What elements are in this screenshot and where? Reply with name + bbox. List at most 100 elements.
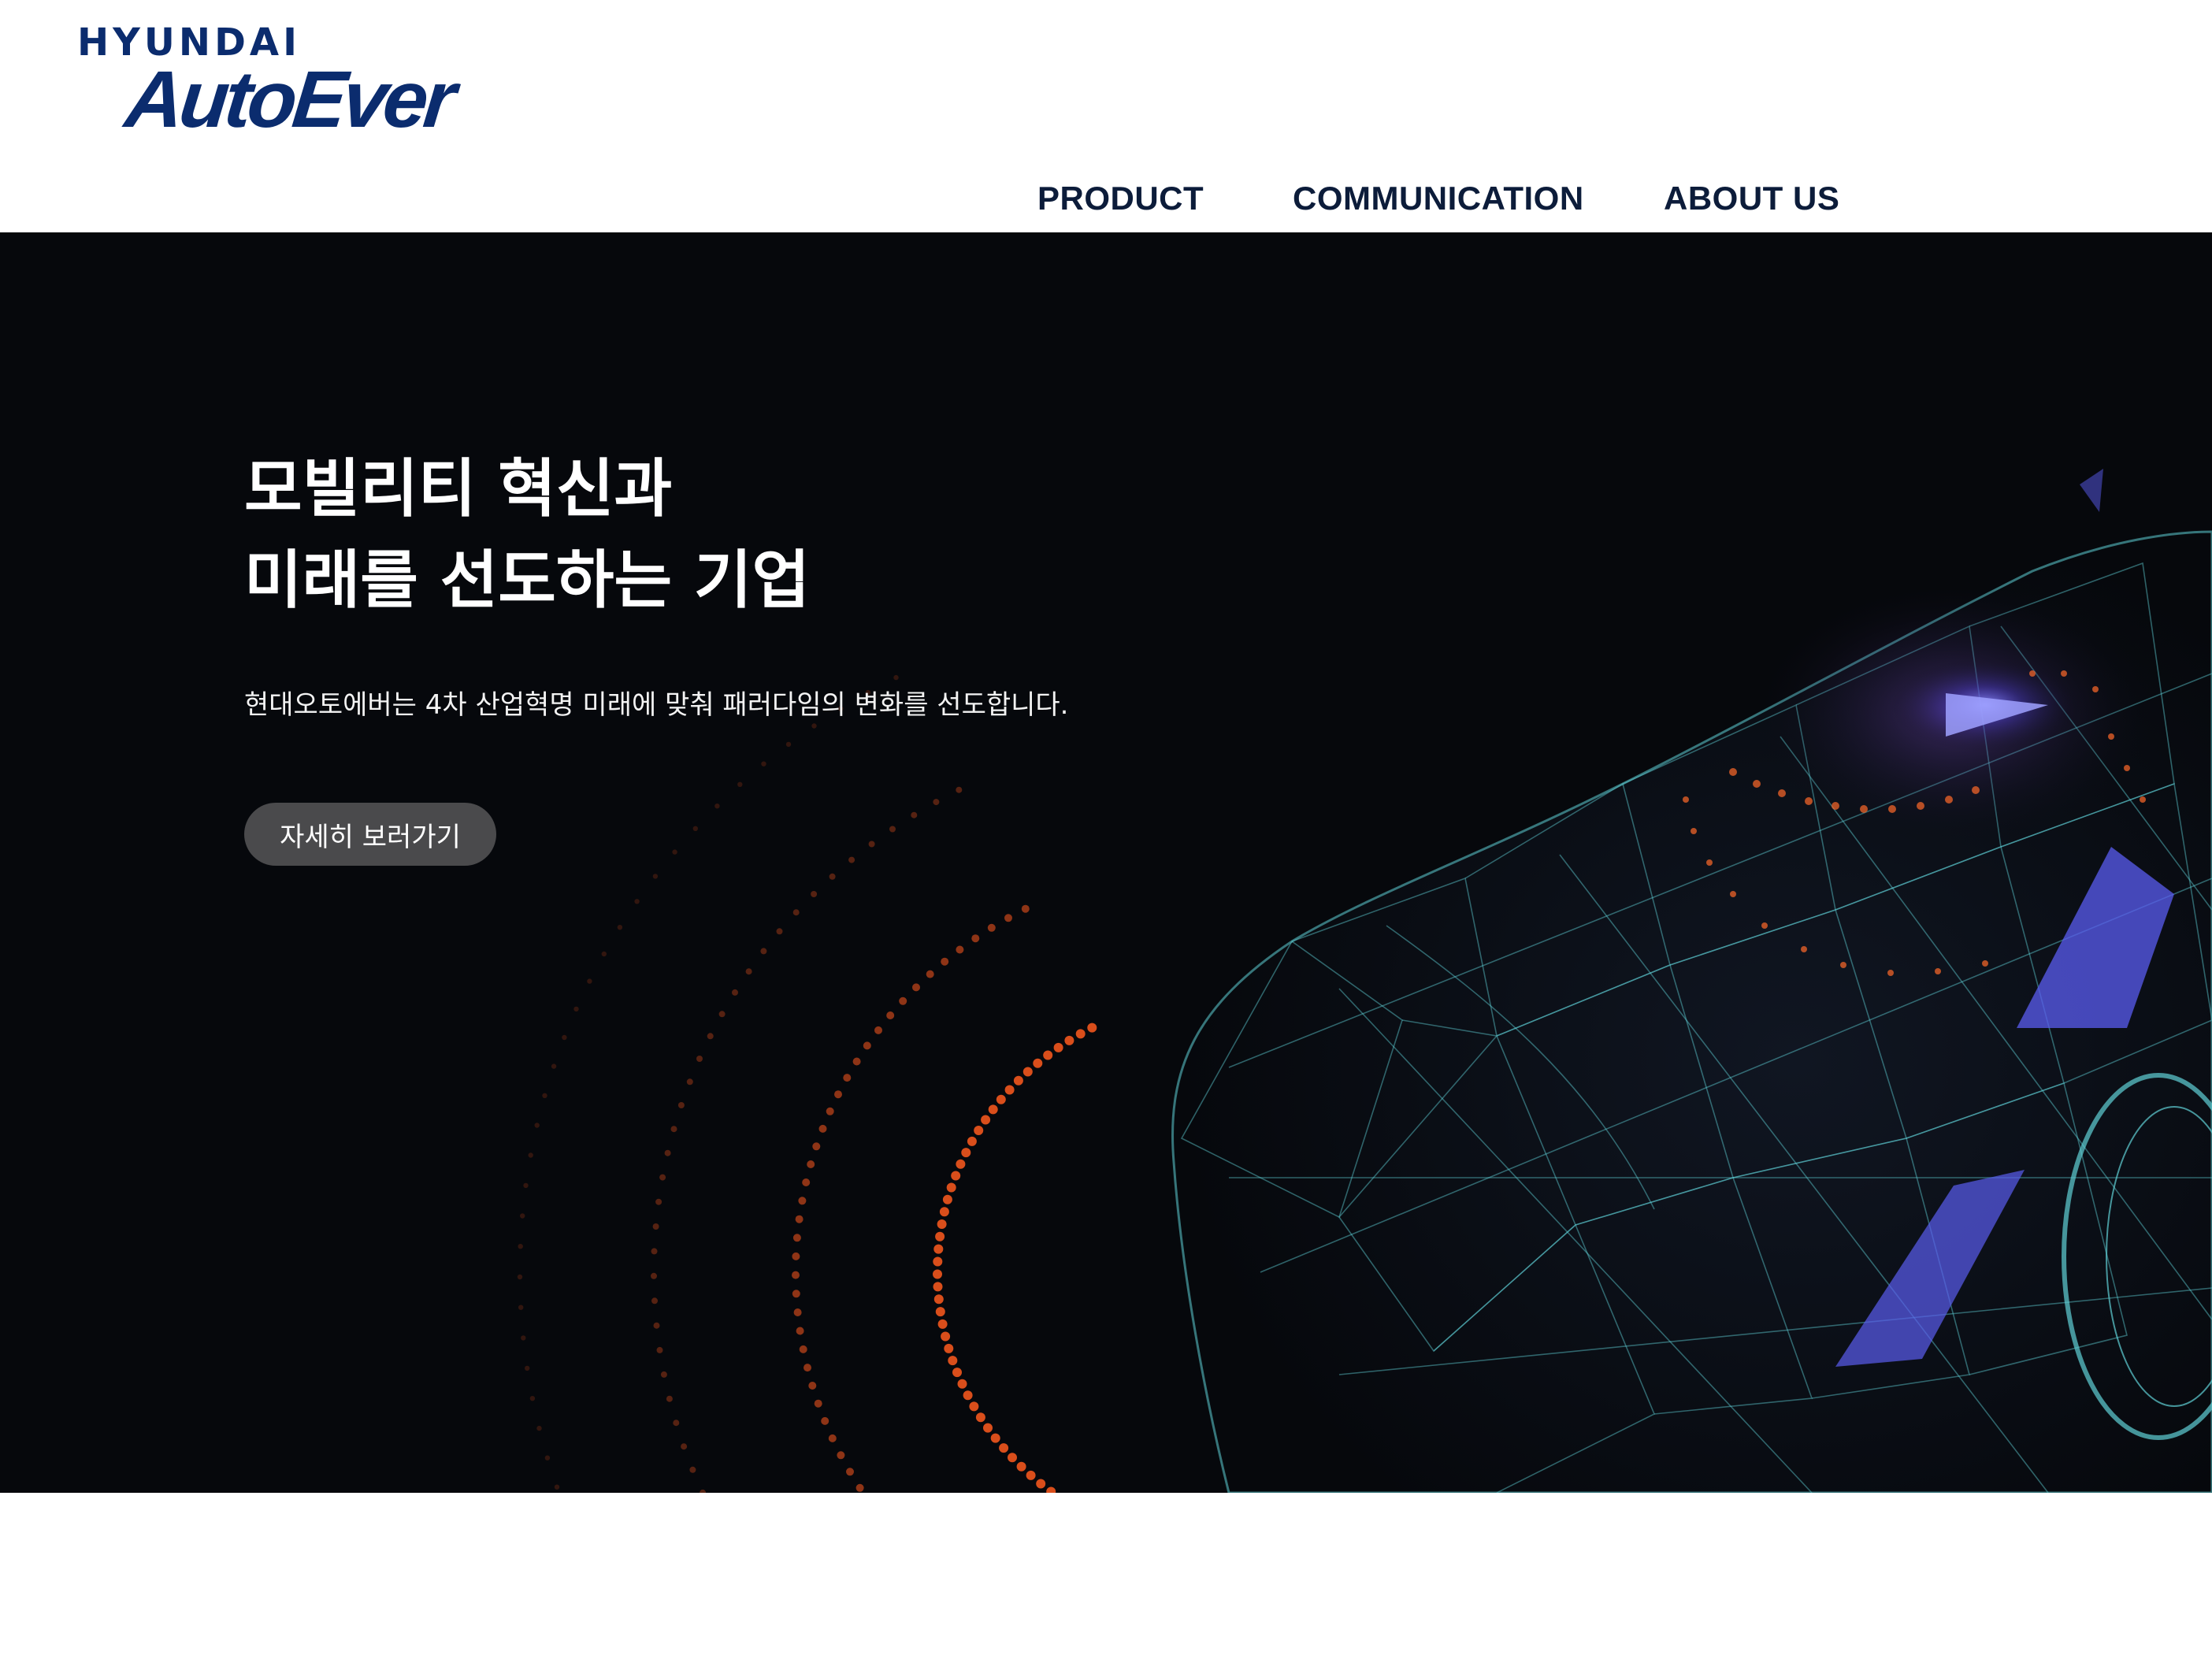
orange-arc-dot	[821, 1416, 830, 1425]
orange-arc-dot	[737, 781, 743, 787]
orange-arc-dot	[874, 1026, 882, 1034]
orange-arc-dot	[804, 1364, 811, 1372]
orange-arc-dot	[700, 1489, 707, 1493]
orange-arc-dot	[760, 948, 767, 955]
orange-arc-dot	[653, 1322, 660, 1329]
orange-arc-dot	[792, 1271, 800, 1279]
orange-arc-dot	[933, 1269, 942, 1279]
orange-arc-dot	[672, 849, 677, 855]
hero-subtitle: 현대오토에버는 4차 산업혁명 미래에 맞춰 패러다임의 변화를 선도합니다.	[244, 689, 1069, 721]
orange-arc-dot	[837, 1451, 845, 1460]
orange-arc-dot	[868, 841, 875, 848]
logo-autoever-wordmark: AutoEver	[121, 54, 457, 144]
orange-arc-dot	[944, 1343, 954, 1353]
orange-arc-dot	[848, 856, 855, 863]
orange-arc-dot	[818, 1124, 827, 1133]
orange-arc-dot	[933, 1256, 943, 1267]
orange-arc-dot	[793, 1308, 802, 1316]
hero-title-line-2: 미래를 선도하는 기업	[244, 544, 811, 617]
orange-arc-dot	[811, 891, 818, 897]
learn-more-button[interactable]: 자세히 보러가기	[244, 803, 496, 866]
orange-arc-dot	[956, 1159, 966, 1169]
nav-item-product[interactable]: PRODUCT	[1037, 180, 1204, 217]
orange-arc-dot	[554, 1484, 560, 1490]
orange-arc-dot	[673, 1420, 680, 1427]
orange-arc-dot	[963, 1390, 973, 1401]
orange-arc-dot	[792, 1290, 800, 1298]
orange-arc-dot	[935, 1307, 945, 1317]
orange-arc-dot	[745, 968, 752, 975]
orange-arc-dot	[707, 1033, 714, 1040]
orange-arc-dot	[889, 826, 896, 833]
orange-arc-dot	[899, 997, 907, 1005]
site-header: HYUNDAI AutoEver PRODUCT COMMUNICATION A…	[0, 0, 2212, 232]
orange-arc-dot	[946, 1182, 956, 1193]
orange-arc-dot	[855, 1483, 864, 1492]
orange-arc-dot	[795, 1215, 804, 1223]
orange-arc-dot	[893, 674, 899, 681]
orange-arc-dot	[677, 1102, 685, 1108]
orange-arc-dot	[696, 1056, 703, 1062]
orange-arc-dot	[520, 1213, 525, 1219]
orange-arc-dot	[828, 1434, 837, 1442]
orange-arc-dot	[651, 1272, 657, 1279]
orange-arc-dot	[846, 1468, 854, 1476]
nav-item-communication[interactable]: COMMUNICATION	[1293, 180, 1584, 217]
orange-arc-dot	[975, 1412, 985, 1423]
orange-arc-dot	[525, 1365, 530, 1371]
orange-arc-dot	[587, 978, 592, 984]
orange-arc-dot	[1053, 1042, 1063, 1052]
orange-arc-dot	[937, 1319, 948, 1329]
orange-arc-dot	[941, 1331, 951, 1342]
orange-arc-dot	[1004, 914, 1012, 922]
orange-arc-dot	[776, 928, 783, 935]
orange-arc-dot	[732, 989, 738, 996]
orange-arc-dot	[948, 1356, 958, 1366]
orange-arc-dot	[689, 1466, 696, 1473]
orange-arc-dot	[996, 1094, 1006, 1104]
orange-arc-dot	[826, 1107, 834, 1115]
orange-arc-dot	[1036, 1479, 1046, 1489]
orange-arc-dot	[974, 1126, 984, 1135]
orange-arc-dot	[573, 1006, 579, 1012]
orange-arc-dot	[521, 1335, 526, 1341]
orange-arc-dot	[634, 899, 640, 904]
orange-arc-dot	[911, 811, 918, 818]
orange-arc-dot	[829, 873, 836, 880]
orange-arc-dot	[792, 1252, 800, 1260]
orange-arc-dot	[933, 799, 940, 806]
orange-dot-arcs	[517, 674, 1097, 1493]
orange-arc-dot	[656, 1346, 663, 1353]
orange-arc-dot	[528, 1152, 533, 1158]
orange-arc-dot	[814, 1399, 822, 1408]
orange-arc-dot	[933, 1282, 943, 1292]
orange-arc-dot	[957, 1379, 967, 1389]
orange-arc-dot	[692, 826, 698, 831]
orange-arc-dot	[670, 1126, 677, 1133]
orange-arc-dot	[686, 1078, 693, 1086]
orange-arc-dot	[937, 1219, 947, 1229]
orange-arc-dot	[1004, 1085, 1015, 1095]
orange-arc-dot	[983, 1423, 993, 1433]
orange-arc-dot	[951, 1171, 961, 1181]
orange-arc-dot	[659, 1174, 666, 1181]
orange-arc-dot	[518, 1305, 524, 1310]
orange-arc-dot	[601, 951, 607, 957]
orange-arc-dot	[798, 1197, 807, 1205]
orange-arc-dot	[1075, 1029, 1086, 1039]
orange-arc-dot	[811, 723, 817, 729]
orange-arc-dot	[961, 1148, 971, 1158]
orange-arc-dot	[1013, 1075, 1023, 1086]
orange-arc-dot	[652, 874, 659, 879]
orange-arc-dot	[536, 1425, 542, 1431]
orange-arc-dot	[518, 1244, 523, 1249]
orange-arc-dot	[617, 925, 623, 930]
nav-item-about-us[interactable]: ABOUT US	[1664, 180, 1839, 217]
orange-arc-dot	[681, 1443, 688, 1450]
orange-arc-dot	[807, 1160, 815, 1168]
orange-arc-dot	[517, 1274, 523, 1280]
orange-arc-dot	[987, 923, 996, 932]
orange-arc-dot	[1026, 1470, 1036, 1480]
hyundai-autoever-logo[interactable]: HYUNDAI AutoEver	[77, 24, 456, 144]
orange-arc-dot	[942, 1194, 952, 1204]
